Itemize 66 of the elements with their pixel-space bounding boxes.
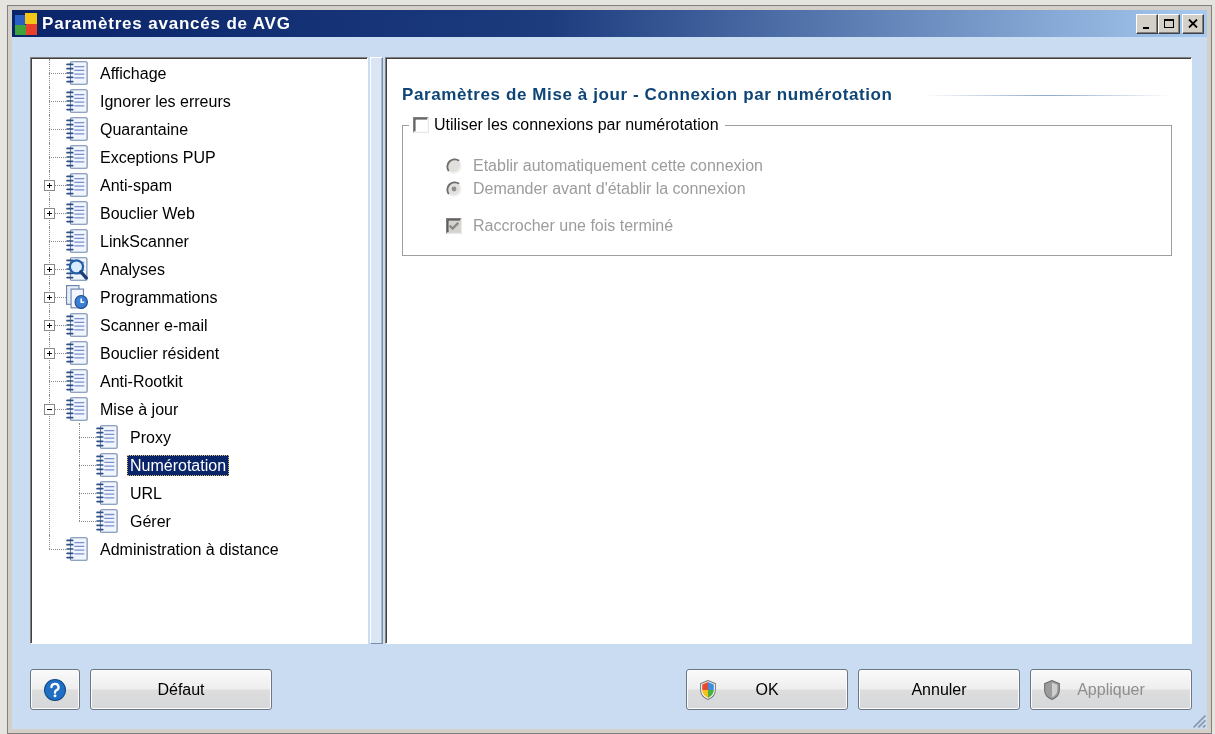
notebook-icon (66, 173, 88, 197)
notebook-icon (66, 89, 88, 113)
close-button[interactable] (1182, 13, 1204, 34)
clock-document-icon (66, 285, 88, 309)
tree-item[interactable]: Quarantaine (97, 118, 192, 140)
expand-toggle[interactable] (44, 264, 55, 275)
notebook-icon (66, 537, 88, 561)
notebook-icon (66, 117, 88, 141)
magnifier-document-icon (66, 257, 88, 281)
shield-icon (699, 680, 717, 700)
notebook-icon (66, 145, 88, 169)
close-icon (1188, 19, 1198, 28)
help-icon (44, 678, 66, 701)
tree-item[interactable]: Exceptions PUP (97, 146, 219, 168)
minimize-icon (1142, 26, 1149, 29)
notebook-icon (66, 229, 88, 253)
notebook-icon (66, 369, 88, 393)
expand-toggle[interactable] (44, 180, 55, 191)
app-logo-icon (15, 12, 37, 35)
tree-item[interactable]: URL (127, 482, 165, 504)
expand-toggle[interactable] (44, 208, 55, 219)
tree-item[interactable]: Proxy (127, 426, 174, 448)
window-title: Paramètres avancés de AVG (42, 13, 291, 34)
expand-toggle[interactable] (44, 320, 55, 331)
notebook-icon (96, 509, 118, 533)
tree-item[interactable]: LinkScanner (97, 230, 192, 252)
notebook-icon (66, 341, 88, 365)
tree-item[interactable]: Programmations (97, 286, 221, 308)
dialog-button[interactable]: OK (686, 669, 848, 710)
notebook-icon (66, 397, 88, 421)
checkbox[interactable] (413, 117, 429, 133)
tree-item[interactable]: Analyses (97, 258, 168, 280)
section-heading: Paramètres de Mise à jour - Connexion par numérotation (402, 85, 893, 105)
checkbox-label: Raccrocher une fois terminé (473, 217, 674, 235)
tree-item[interactable]: Anti-spam (97, 174, 176, 196)
notebook-icon (66, 201, 88, 225)
notebook-icon (96, 453, 118, 477)
notebook-icon (66, 61, 88, 85)
notebook-icon (96, 481, 118, 505)
tree-item[interactable]: Scanner e-mail (97, 314, 211, 336)
tree-item[interactable]: Affichage (97, 62, 170, 84)
tree-item[interactable]: Anti-Rootkit (97, 370, 186, 392)
shield-icon (1043, 680, 1061, 700)
expand-toggle[interactable] (44, 348, 55, 359)
dialog-button[interactable]: Défaut (90, 669, 272, 710)
tree-item[interactable]: Administration à distance (97, 538, 282, 560)
tree-item[interactable]: Ignorer les erreurs (97, 90, 234, 112)
tree-item[interactable]: Numérotation (127, 454, 230, 476)
tree-item[interactable]: Bouclier résident (97, 342, 223, 364)
notebook-icon (66, 313, 88, 337)
splitter-handle[interactable] (370, 57, 383, 644)
notebook-icon (96, 425, 118, 449)
maximize-icon (1164, 19, 1174, 28)
expand-toggle[interactable] (44, 404, 55, 415)
tree-item[interactable]: Gérer (127, 510, 174, 532)
maximize-button[interactable] (1158, 13, 1180, 34)
tree-item[interactable]: Bouclier Web (97, 202, 198, 224)
resize-grip-icon (1193, 715, 1206, 728)
minimize-button[interactable] (1136, 13, 1158, 34)
help-button[interactable] (30, 669, 80, 710)
tree-item[interactable]: Mise à jour (97, 398, 182, 420)
expand-toggle[interactable] (44, 292, 55, 303)
checkbox-label: Utiliser les connexions par numérotation (434, 116, 719, 134)
radio-label: Etablir automatiquement cette connexion (473, 157, 763, 175)
dialog-button[interactable]: Annuler (858, 669, 1020, 710)
radio-label: Demander avant d'établir la connexion (473, 180, 746, 198)
